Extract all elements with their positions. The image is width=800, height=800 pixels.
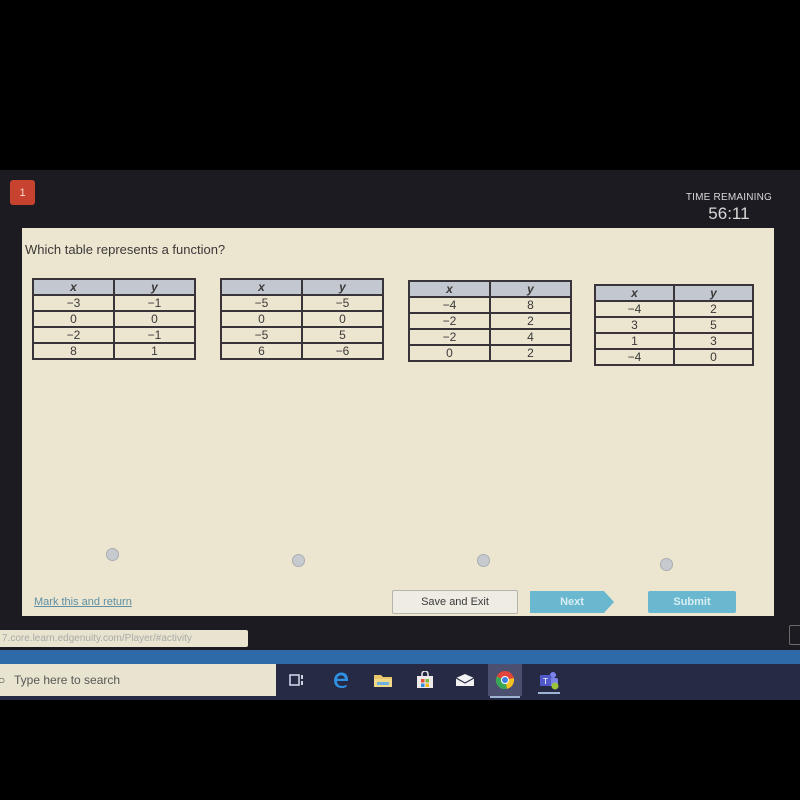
svg-text:T: T [543, 677, 548, 686]
store-icon[interactable] [412, 668, 438, 692]
answer-option-1: xy −3 −1 00 −2 −1 81 [32, 278, 196, 360]
next-button[interactable]: Next [530, 591, 614, 613]
cell-x: −4 [408, 296, 491, 314]
question-panel: Which table represents a function? xy −3… [22, 228, 774, 616]
cell-y: 5 [301, 326, 384, 344]
table-row: 6 −6 [220, 342, 384, 360]
taskbar-search[interactable]: ○ Type here to search [0, 664, 276, 696]
table-row: 81 [32, 342, 196, 360]
cell-x: −3 [32, 294, 115, 312]
table-row: −4 2 [594, 300, 754, 318]
save-and-exit-button[interactable]: Save and Exit [392, 590, 518, 614]
function-table: xy −4 8 −2 2 −2 4 02 [408, 280, 572, 362]
column-header-x: x [594, 284, 675, 302]
side-control[interactable] [789, 625, 800, 645]
cell-y: −6 [301, 342, 384, 360]
mark-and-return-link[interactable]: Mark this and return [34, 596, 132, 608]
cell-y: 4 [489, 328, 572, 346]
cell-x: 8 [32, 342, 115, 360]
edge-icon[interactable] [328, 668, 354, 692]
cell-x: −4 [594, 348, 675, 366]
table-row: 35 [594, 316, 754, 334]
timer: TIME REMAINING 56:11 [686, 192, 772, 224]
table-row: −2 2 [408, 312, 572, 330]
cell-y: −1 [113, 326, 196, 344]
table-row: −4 0 [594, 348, 754, 366]
cell-x: −5 [220, 326, 303, 344]
cell-y: 8 [489, 296, 572, 314]
cell-x: 0 [32, 310, 115, 328]
answer-radio-2[interactable] [292, 554, 305, 567]
teams-icon[interactable]: T [536, 668, 562, 694]
submit-button[interactable]: Submit [648, 591, 736, 613]
cell-x: 1 [594, 332, 675, 350]
cell-x: −4 [594, 300, 675, 318]
answer-option-2: xy −5 −5 00 −5 5 6 −6 [220, 278, 384, 360]
cell-y: 2 [673, 300, 754, 318]
column-header-x: x [220, 278, 303, 296]
cell-x: −2 [408, 312, 491, 330]
cell-y: 2 [489, 312, 572, 330]
cell-y: 0 [113, 310, 196, 328]
table-row: 00 [220, 310, 384, 328]
cell-y: 5 [673, 316, 754, 334]
answer-radio-1[interactable] [106, 548, 119, 561]
answer-options: xy −3 −1 00 −2 −1 81 xy −5 −5 00 −5 5 6 −6 [22, 228, 774, 616]
cell-y: 3 [673, 332, 754, 350]
running-indicator [538, 692, 560, 694]
active-indicator [490, 696, 520, 698]
timer-label: TIME REMAINING [685, 192, 772, 203]
table-row: 02 [408, 344, 572, 362]
cell-y: 0 [301, 310, 384, 328]
search-placeholder: Type here to search [14, 673, 121, 687]
cell-y: 0 [673, 348, 754, 366]
table-row: −4 8 [408, 296, 572, 314]
cell-y: −5 [301, 294, 384, 312]
cell-y: 2 [489, 344, 572, 362]
table-row: 00 [32, 310, 196, 328]
cell-x: 0 [408, 344, 491, 362]
file-explorer-icon[interactable] [370, 668, 396, 692]
status-url: 7.core.learn.edgenuity.com/Player/#activ… [0, 630, 248, 647]
cell-x: 6 [220, 342, 303, 360]
question-number-badge[interactable]: 1 [10, 180, 35, 205]
answer-radio-4[interactable] [660, 558, 673, 571]
taskbar: ○ Type here to search T [0, 664, 800, 700]
column-header-y: y [301, 278, 384, 296]
function-table: xy −3 −1 00 −2 −1 81 [32, 278, 196, 360]
column-header-y: y [489, 280, 572, 298]
table-row: −3 −1 [32, 294, 196, 312]
search-icon: ○ [0, 673, 6, 687]
column-header-y: y [673, 284, 754, 302]
cell-x: −5 [220, 294, 303, 312]
cell-x: 3 [594, 316, 675, 334]
answer-option-3: xy −4 8 −2 2 −2 4 02 [408, 280, 572, 362]
table-row: −5 −5 [220, 294, 384, 312]
cell-y: 1 [113, 342, 196, 360]
window-edge [0, 650, 800, 664]
cell-x: −2 [32, 326, 115, 344]
mail-icon[interactable] [452, 668, 478, 692]
column-header-y: y [113, 278, 196, 296]
cell-x: −2 [408, 328, 491, 346]
answer-option-4: xy −4 2 35 13 −4 0 [594, 284, 754, 366]
timer-value: 56:11 [708, 204, 750, 223]
cell-x: 0 [220, 310, 303, 328]
answer-radio-3[interactable] [477, 554, 490, 567]
table-row: 13 [594, 332, 754, 350]
table-row: −5 5 [220, 326, 384, 344]
column-header-x: x [408, 280, 491, 298]
table-row: −2 4 [408, 328, 572, 346]
task-view-icon[interactable] [284, 668, 310, 692]
function-table: xy −4 2 35 13 −4 0 [594, 284, 754, 366]
screen: 1 TIME REMAINING 56:11 Which table repre… [0, 170, 800, 700]
cell-y: −1 [113, 294, 196, 312]
function-table: xy −5 −5 00 −5 5 6 −6 [220, 278, 384, 360]
column-header-x: x [32, 278, 115, 296]
chrome-icon[interactable] [488, 664, 522, 698]
table-row: −2 −1 [32, 326, 196, 344]
